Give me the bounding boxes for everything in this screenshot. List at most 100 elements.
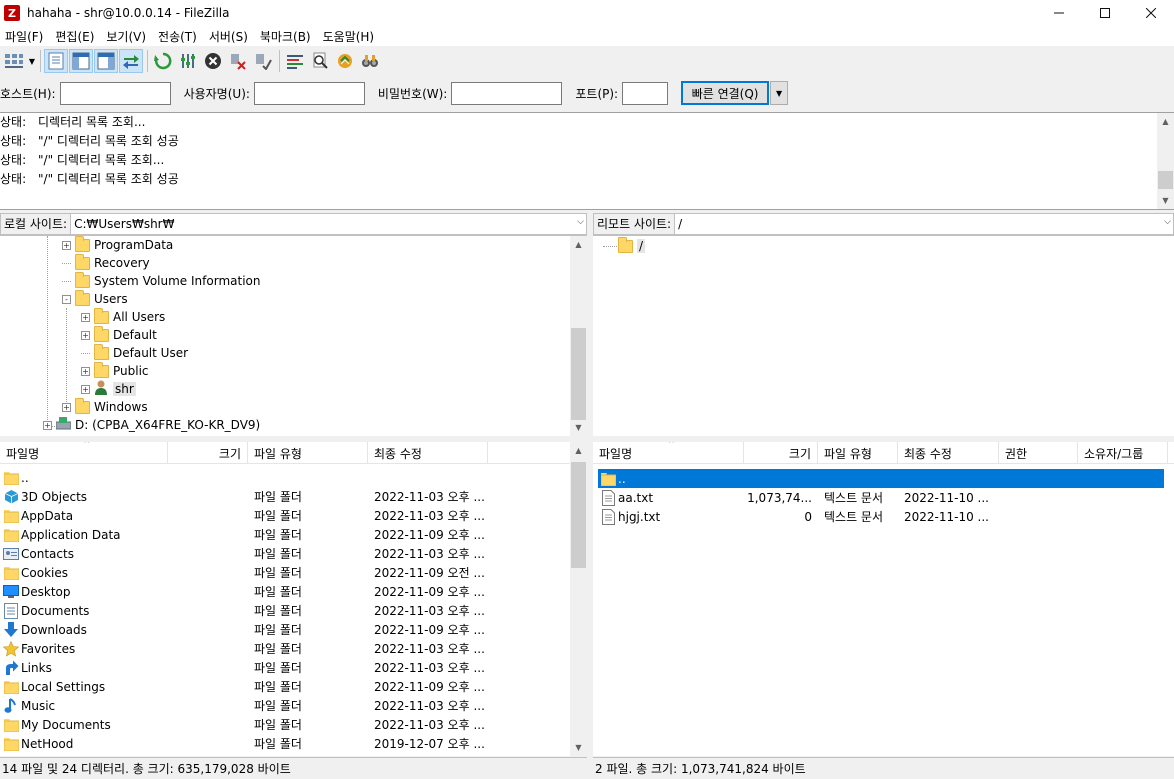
remote-file-row[interactable]: aa.txt 1,073,74... 텍스트 문서 2022-11-10 ...: [598, 488, 1164, 507]
refresh-button[interactable]: [151, 49, 175, 73]
local-file-row[interactable]: Local Settings 파일 폴더 2022-11-09 오후 ...: [0, 677, 570, 696]
local-file-row[interactable]: Links 파일 폴더 2022-11-03 오후 ...: [0, 658, 570, 677]
scroll-thumb[interactable]: [571, 328, 586, 420]
site-manager-dropdown[interactable]: ▼: [27, 49, 37, 73]
filter-button[interactable]: [283, 49, 307, 73]
tree-item[interactable]: + Default: [81, 325, 157, 344]
tree-item[interactable]: Recovery: [62, 253, 150, 272]
message-log[interactable]: 상태: 디렉터리 목록 조회... 상태: "/" 디렉터리 목록 조회 성공 상태…: [0, 112, 1174, 210]
expand-icon[interactable]: +: [81, 312, 90, 322]
tree-item[interactable]: + shr: [81, 380, 136, 398]
local-file-row[interactable]: My Documents 파일 폴더 2022-11-03 오후 ...: [0, 715, 570, 734]
column-filename[interactable]: 파일명 ^: [593, 442, 744, 464]
column-permissions[interactable]: 권한: [999, 442, 1078, 464]
remote-file-list[interactable]: 파일명 ^ 크기 파일 유형 최종 수정 권한 소유자/그룹 .. aa.txt 1,…: [593, 442, 1174, 756]
local-file-row[interactable]: Cookies 파일 폴더 2022-11-09 오전 ...: [0, 563, 570, 582]
minimize-button[interactable]: [1036, 0, 1082, 26]
expand-icon[interactable]: +: [62, 240, 71, 250]
host-input[interactable]: [59, 81, 171, 105]
scroll-up-icon[interactable]: ▲: [570, 236, 587, 253]
remote-file-row[interactable]: hjgj.txt 0 텍스트 문서 2022-11-10 ...: [598, 507, 1164, 526]
local-file-row[interactable]: NetHood 파일 폴더 2019-12-07 오후 ...: [0, 734, 570, 753]
expand-icon[interactable]: +: [62, 402, 71, 412]
column-size[interactable]: 크기: [168, 442, 248, 464]
search-button[interactable]: [308, 49, 332, 73]
toggle-local-tree-button[interactable]: [69, 49, 93, 73]
remote-file-row[interactable]: ..: [598, 469, 1164, 488]
quickconnect-dropdown[interactable]: ▼: [770, 81, 789, 105]
local-file-row[interactable]: Music 파일 폴더 2022-11-03 오후 ...: [0, 696, 570, 715]
menu-bookmarks[interactable]: 북마크(B): [255, 28, 316, 45]
log-scrollbar[interactable]: ▲ ▼: [1157, 113, 1174, 209]
site-manager-button[interactable]: [2, 49, 26, 73]
cancel-button[interactable]: [201, 49, 225, 73]
scroll-up-icon[interactable]: ▲: [1157, 113, 1174, 130]
quickconnect-button[interactable]: 빠른 연결(Q): [681, 81, 770, 105]
local-path-combo[interactable]: C:₩Users₩shr₩ ⌵: [71, 212, 587, 235]
disconnect-button[interactable]: [226, 49, 250, 73]
tree-item[interactable]: + Windows: [62, 397, 148, 416]
local-file-row[interactable]: Desktop 파일 폴더 2022-11-09 오후 ...: [0, 582, 570, 601]
scroll-up-icon[interactable]: ▲: [570, 442, 587, 459]
column-modified[interactable]: 최종 수정: [368, 442, 488, 464]
column-owner-group[interactable]: 소유자/그룹: [1078, 442, 1168, 464]
remote-path-combo[interactable]: / ⌵: [675, 212, 1174, 235]
menu-edit[interactable]: 편집(E): [50, 28, 99, 45]
scroll-thumb[interactable]: [571, 462, 586, 568]
menu-server[interactable]: 서버(S): [204, 28, 253, 45]
local-file-list[interactable]: 파일명 ^ 크기 파일 유형 최종 수정 .. 3D Objects 파일 폴더 202…: [0, 442, 587, 756]
process-queue-button[interactable]: [176, 49, 200, 73]
column-modified[interactable]: 최종 수정: [898, 442, 999, 464]
menu-help[interactable]: 도움말(H): [318, 28, 380, 45]
reconnect-button[interactable]: [251, 49, 275, 73]
scroll-down-icon[interactable]: ▼: [1157, 192, 1174, 209]
local-file-row[interactable]: Downloads 파일 폴더 2022-11-09 오후 ...: [0, 620, 570, 639]
tree-item[interactable]: + All Users: [81, 307, 165, 326]
column-filename[interactable]: 파일명 ^: [0, 442, 168, 464]
remote-tree[interactable]: /: [593, 236, 1174, 436]
menu-file[interactable]: 파일(F): [0, 28, 48, 45]
expand-icon[interactable]: +: [81, 384, 90, 394]
local-file-row[interactable]: Favorites 파일 폴더 2022-11-03 오후 ...: [0, 639, 570, 658]
local-tree-scrollbar[interactable]: ▲ ▼: [570, 236, 587, 436]
local-file-row[interactable]: Application Data 파일 폴더 2022-11-09 오후 ...: [0, 525, 570, 544]
tree-item[interactable]: + Public: [81, 361, 149, 380]
username-input[interactable]: [253, 81, 365, 105]
file-type-cell: 파일 폴더: [254, 490, 302, 504]
collapse-icon[interactable]: -: [62, 294, 71, 304]
toggle-remote-tree-button[interactable]: [94, 49, 118, 73]
tree-item[interactable]: System Volume Information: [62, 271, 260, 290]
local-file-row[interactable]: Documents 파일 폴더 2022-11-03 오후 ...: [0, 601, 570, 620]
maximize-button[interactable]: [1082, 0, 1128, 26]
scroll-thumb[interactable]: [1158, 171, 1173, 189]
tree-item[interactable]: + ProgramData: [62, 236, 173, 254]
expand-icon[interactable]: +: [43, 420, 52, 430]
menu-view[interactable]: 보기(V): [101, 28, 151, 45]
toggle-queue-button[interactable]: [119, 49, 143, 73]
tree-item[interactable]: Default User: [81, 343, 188, 362]
folder-icon: [3, 508, 19, 524]
password-input[interactable]: [451, 81, 563, 105]
scroll-down-icon[interactable]: ▼: [570, 419, 587, 436]
compare-button[interactable]: [333, 49, 357, 73]
column-type[interactable]: 파일 유형: [248, 442, 368, 464]
expand-icon[interactable]: +: [81, 330, 90, 340]
local-file-row[interactable]: Contacts 파일 폴더 2022-11-03 오후 ...: [0, 544, 570, 563]
tree-item[interactable]: /: [618, 236, 646, 255]
local-file-row[interactable]: AppData 파일 폴더 2022-11-03 오후 ...: [0, 506, 570, 525]
port-input[interactable]: [622, 81, 669, 105]
column-type[interactable]: 파일 유형: [818, 442, 898, 464]
column-size[interactable]: 크기: [744, 442, 818, 464]
local-tree[interactable]: + ProgramData Recovery System Volume Inf…: [0, 236, 587, 436]
menu-transfer[interactable]: 전송(T): [153, 28, 202, 45]
expand-icon[interactable]: +: [81, 366, 90, 376]
local-file-row[interactable]: 3D Objects 파일 폴더 2022-11-03 오후 ...: [0, 487, 570, 506]
local-list-scrollbar[interactable]: ▲ ▼: [570, 442, 587, 756]
close-button[interactable]: [1128, 0, 1174, 26]
tree-item[interactable]: - Users: [62, 289, 128, 308]
local-file-row[interactable]: ..: [0, 468, 570, 487]
find-files-button[interactable]: [358, 49, 382, 73]
scroll-down-icon[interactable]: ▼: [570, 739, 587, 756]
toggle-log-button[interactable]: [44, 49, 68, 73]
tree-item[interactable]: + D: (CPBA_X64FRE_KO-KR_DV9): [43, 416, 260, 434]
